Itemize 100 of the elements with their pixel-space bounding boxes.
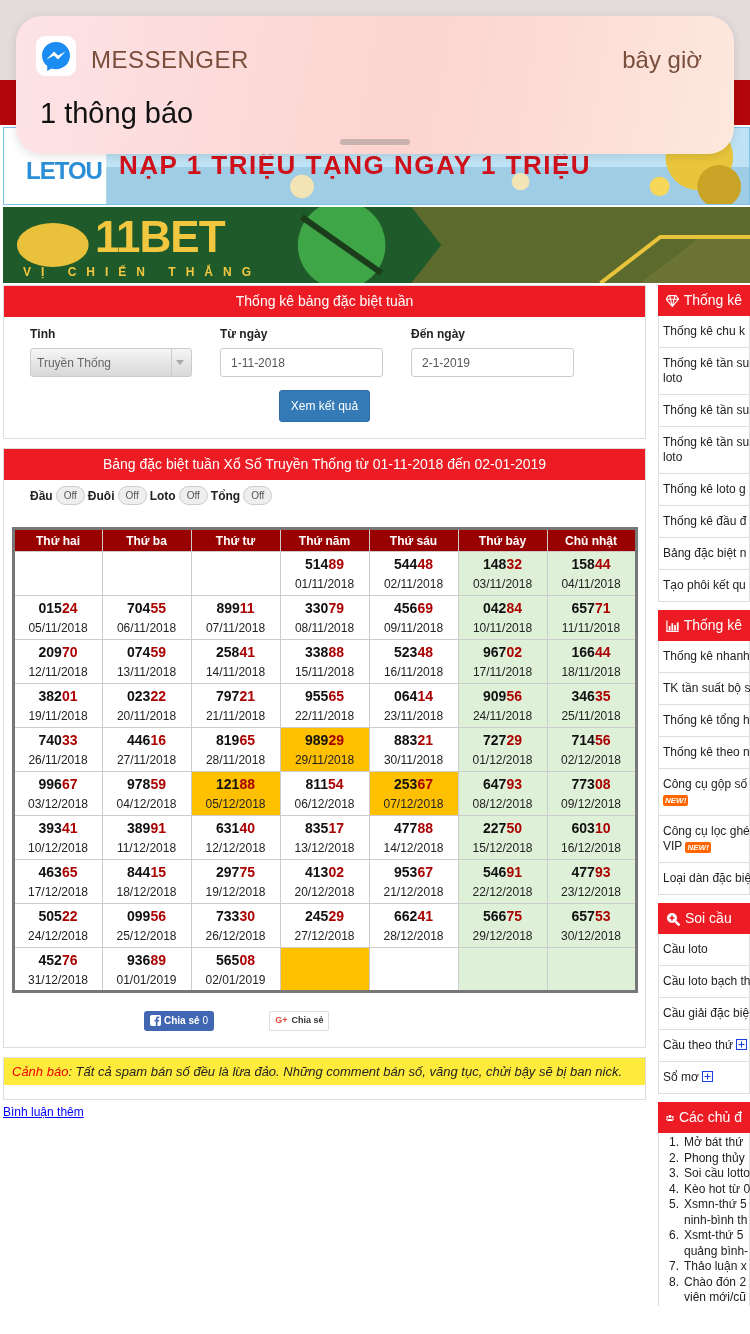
diamond-icon <box>666 293 679 308</box>
to-date-field[interactable]: 2-1-2019 <box>411 348 574 377</box>
draw-date: 15/12/2018 <box>471 840 534 857</box>
result-number: 70455 <box>127 599 166 618</box>
draw-date: 28/12/2018 <box>382 928 445 945</box>
result-number: 33079 <box>305 599 344 618</box>
draw-date: 04/12/2018 <box>115 796 178 813</box>
sidebar-link[interactable]: Thống kê tần su loto <box>659 427 749 474</box>
result-number: 51489 <box>305 555 344 574</box>
sidebar-link[interactable]: Tạo phôi kết qu <box>659 570 749 601</box>
sidebar-link[interactable]: Thống kê tổng h <box>659 705 749 737</box>
facebook-share-button[interactable]: Chia sẻ 0 <box>144 1011 215 1031</box>
topic-link[interactable]: Mở bát thứ <box>684 1135 744 1151</box>
result-number: 56675 <box>483 907 522 926</box>
sidebar-link[interactable]: Thống kê đầu đ <box>659 506 749 538</box>
banner-logo: 11BET <box>95 215 225 259</box>
sidebar-link[interactable]: Cầu giải đặc biệ <box>659 998 749 1030</box>
result-number: 52348 <box>394 643 433 662</box>
topic-link[interactable]: Thảo luận x <box>684 1259 747 1275</box>
column-header: Thứ bảy <box>458 528 547 552</box>
topic-link[interactable]: Xsmt-thứ 5 quảng bình- <box>684 1228 749 1259</box>
sidebar-link[interactable]: TK tần suất bộ s <box>659 673 749 705</box>
sidebar-link[interactable]: Bảng đặc biệt n <box>659 538 749 570</box>
topic-link[interactable]: Chào đón 2 viên mới/cũ <box>684 1274 747 1306</box>
result-number: 16644 <box>571 643 611 662</box>
sidebar-link[interactable]: Thống kê nhanh <box>659 641 749 673</box>
result-number: 01524 <box>38 599 78 618</box>
draw-date: 17/12/2018 <box>26 884 90 901</box>
from-date-field[interactable]: 1-11-2018 <box>220 348 383 377</box>
result-number: 99667 <box>38 775 78 794</box>
toggle-switch[interactable]: Off <box>178 486 208 505</box>
province-select[interactable]: Truyền Thống <box>30 348 192 377</box>
sidebar-link[interactable]: Loại dàn đặc biệ <box>659 863 749 894</box>
result-number: 22750 <box>483 819 522 838</box>
sidebar-link[interactable]: Công cụ gộp số NEW! <box>659 769 749 816</box>
sidebar-link[interactable]: Thống kê theo n <box>659 737 749 769</box>
result-number: 09956 <box>127 907 166 926</box>
sidebar-link[interactable]: Thống kê tần su loto <box>659 348 749 395</box>
draw-date: 18/12/2018 <box>115 884 178 901</box>
topic-link[interactable]: Soi cầu lotto <box>684 1166 750 1182</box>
submit-button[interactable]: Xem kết quả <box>278 390 371 422</box>
sidebar-link[interactable]: Thống kê tần su <box>659 395 749 427</box>
notification-card[interactable]: MESSENGER bây giờ 1 thông báo <box>16 16 734 154</box>
draw-date: 09/12/2018 <box>559 796 623 813</box>
new-badge: NEW! <box>685 842 711 853</box>
plus-box-icon <box>702 1071 714 1082</box>
result-number: 97859 <box>127 775 166 794</box>
sidebar-title: Các chủ đ <box>678 1108 742 1127</box>
topic-link[interactable]: Phong thủy <box>684 1150 745 1166</box>
topic-link[interactable]: Kèo hot từ 0 <box>684 1181 750 1197</box>
sidebar-link[interactable]: Cầu theo thứ <box>659 1030 749 1062</box>
result-number: 38201 <box>38 687 78 706</box>
result-number: 84415 <box>127 863 166 882</box>
draw-date: 22/11/2018 <box>293 708 356 725</box>
result-number: 54448 <box>394 555 433 574</box>
list-number: 2. <box>668 1150 679 1166</box>
panel-title: Bảng đặc biệt tuần Xổ Số Truyền Thống từ 01-11-2018 đến 02-01-2019 <box>4 449 645 480</box>
draw-date: 04/11/2018 <box>560 576 622 593</box>
toggle-switch[interactable]: Off <box>243 486 273 505</box>
sidebar-link[interactable]: Cầu loto bạch th <box>659 966 749 998</box>
result-number: 98929 <box>305 731 344 750</box>
sidebar-link[interactable]: Thống kê loto g <box>659 474 749 506</box>
more-comments-link[interactable]: Bình luận thêm <box>3 1105 84 1119</box>
topic-link[interactable]: Xsmn-thứ 5 ninh-bình th <box>684 1197 748 1228</box>
sidebar-link[interactable]: Sổ mơ <box>659 1062 749 1093</box>
draw-date: 02/01/2019 <box>204 971 267 989</box>
sidebar-title: Thống kê <box>683 616 742 635</box>
notification-text: 1 thông báo <box>40 96 194 131</box>
draw-date: 27/11/2018 <box>115 752 178 769</box>
draw-date: 13/12/2018 <box>293 840 356 857</box>
result-number: 54691 <box>483 863 522 882</box>
draw-date: 05/11/2018 <box>27 620 89 637</box>
column-header: Thứ ba <box>102 528 191 552</box>
facebook-icon <box>150 1015 161 1027</box>
result-number: 41302 <box>305 863 344 882</box>
draw-date: 10/12/2018 <box>26 840 90 857</box>
column-header: Thứ sáu <box>369 528 458 552</box>
draw-date: 03/11/2018 <box>471 576 534 593</box>
result-number: 24529 <box>305 907 344 926</box>
toggle-label: Loto <box>149 487 176 505</box>
draw-date: 30/12/2018 <box>559 928 623 945</box>
sidebar-link[interactable]: Cầu loto <box>659 934 749 966</box>
toggle-switch[interactable]: Off <box>117 486 147 505</box>
column-header: Chủ nhật <box>547 528 636 552</box>
draw-date: 11/11/2018 <box>560 620 622 637</box>
toggle-switch[interactable]: Off <box>55 486 85 505</box>
result-number: 65771 <box>571 599 611 618</box>
result-number: 88321 <box>394 731 433 750</box>
sidebar-link[interactable]: Thống kê chu k <box>659 316 749 348</box>
sidebar-link[interactable]: Công cụ lọc ghé VIP NEW! <box>659 816 749 863</box>
draw-date: 01/11/2018 <box>293 576 356 593</box>
banner-slogan: VỊ CHIẾN THẮNG <box>23 263 261 281</box>
drag-handle[interactable] <box>340 139 410 145</box>
google-share-button[interactable]: G+ Chia sẻ <box>269 1011 330 1031</box>
draw-date: 22/12/2018 <box>471 884 534 901</box>
result-number: 83517 <box>305 819 344 838</box>
draw-date: 25/12/2018 <box>115 928 178 945</box>
result-number: 65753 <box>571 907 611 926</box>
draw-date: 01/12/2018 <box>471 752 534 769</box>
list-number: 1. <box>668 1135 679 1151</box>
